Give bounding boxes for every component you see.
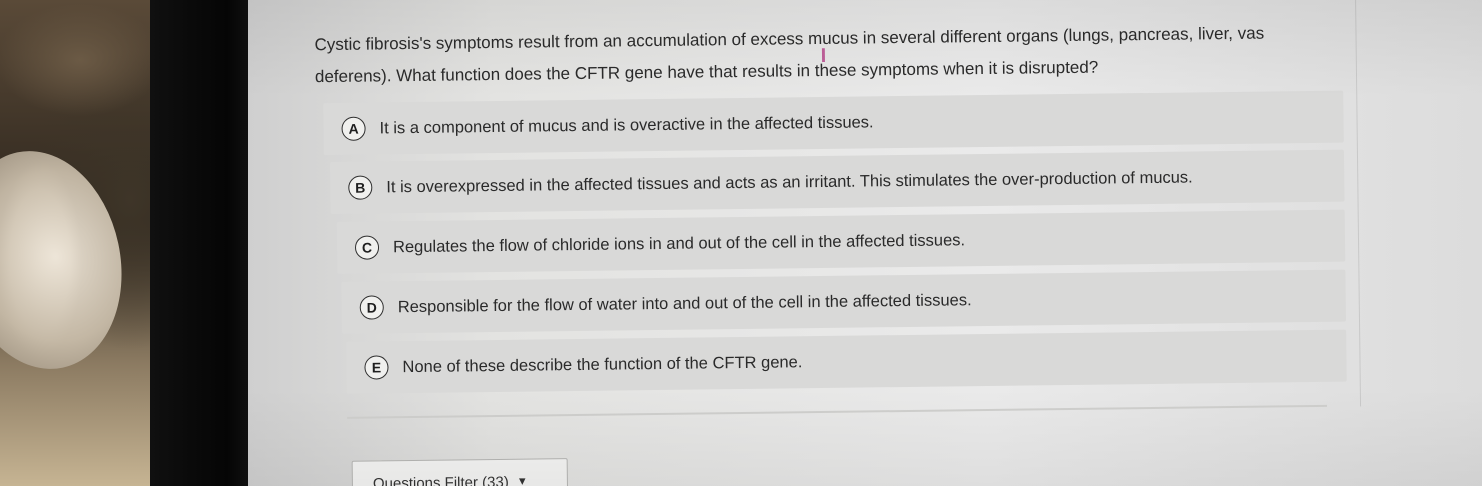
quiz-page: Cystic fibrosis's symptoms result from a… [248, 0, 1482, 486]
questions-filter-label: Questions Filter (33) [372, 473, 509, 486]
option-letter-d: D [359, 295, 384, 320]
panel-divider [1354, 0, 1362, 407]
option-text-c: Regulates the flow of chloride ions in a… [392, 230, 966, 256]
option-text-a: It is a component of mucus and is overac… [379, 112, 874, 137]
answer-option-a[interactable]: A It is a component of mucus and is over… [323, 90, 1344, 156]
chevron-down-icon: ▼ [516, 475, 528, 486]
text-cursor-icon: I [820, 44, 827, 68]
option-letter-c: C [354, 235, 380, 260]
monitor-screen: Cystic fibrosis's symptoms result from a… [248, 0, 1482, 486]
option-letter-a: A [341, 116, 366, 141]
question-text: Cystic fibrosis's symptoms result from a… [314, 17, 1315, 93]
option-text-d: Responsible for the flow of water into a… [397, 290, 972, 316]
section-divider [347, 404, 1328, 419]
option-letter-e: E [364, 355, 389, 380]
monitor-bezel [150, 0, 260, 486]
option-text-b: It is overexpressed in the affected tiss… [386, 167, 1193, 196]
questions-filter-dropdown[interactable]: Questions Filter (33) ▼ [351, 458, 569, 486]
photo-scene: Cystic fibrosis's symptoms result from a… [0, 0, 1482, 486]
option-text-e: None of these describe the function of t… [402, 352, 803, 376]
option-letter-b: B [348, 175, 373, 200]
answer-option-c[interactable]: C Regulates the flow of chloride ions in… [336, 209, 1346, 274]
answer-option-e[interactable]: E None of these describe the function of… [346, 329, 1347, 394]
answer-option-b[interactable]: B It is overexpressed in the affected ti… [329, 149, 1345, 215]
answer-option-d[interactable]: D Responsible for the flow of water into… [341, 269, 1347, 334]
